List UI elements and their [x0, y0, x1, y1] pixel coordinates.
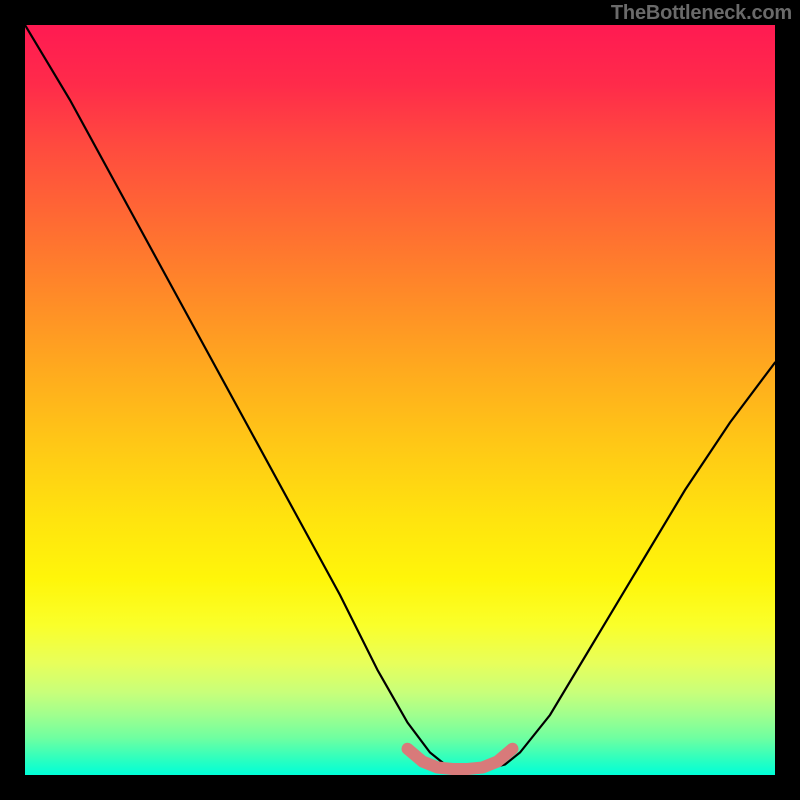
watermark-text: TheBottleneck.com [611, 2, 792, 25]
plot-area [25, 25, 775, 775]
bottleneck-curve [25, 25, 775, 769]
chart-frame: TheBottleneck.com [0, 0, 800, 800]
curve-svg [25, 25, 775, 775]
bottom-marker [408, 749, 513, 769]
